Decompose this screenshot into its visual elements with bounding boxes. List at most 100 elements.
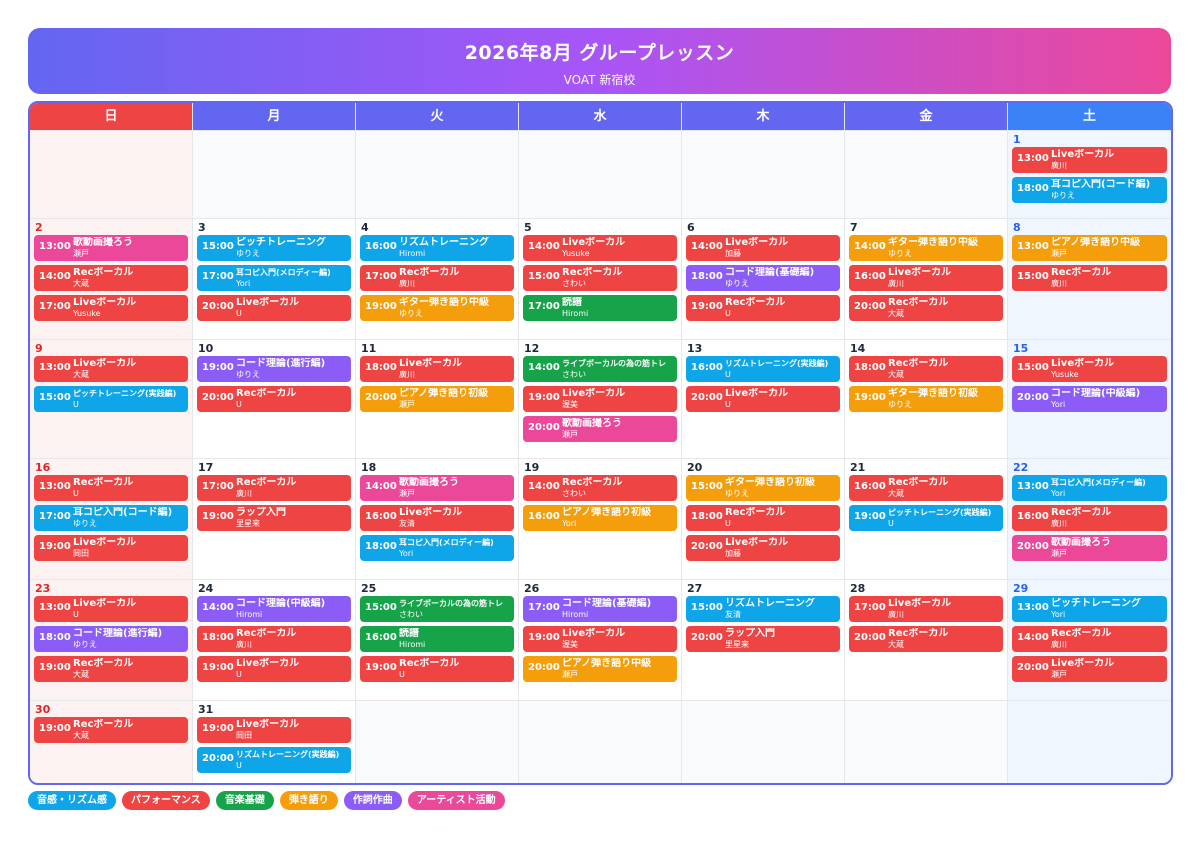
day-cell[interactable]: 9 13:00 Liveボーカル 大蔵 15:00 ピッチトレーニング(実践編) U: [30, 340, 193, 458]
lesson-event[interactable]: 20:00 Liveボーカル U: [686, 386, 840, 412]
lesson-event[interactable]: 18:00 Recボーカル U: [686, 505, 840, 531]
lesson-event[interactable]: 13:00 ピッチトレーニング Yori: [1012, 596, 1167, 622]
lesson-event[interactable]: 16:00 リズムトレーニング Hiromi: [360, 235, 514, 261]
day-cell[interactable]: 17 17:00 Recボーカル 廣川 19:00 ラップ入門 里星来: [193, 459, 356, 579]
lesson-event[interactable]: 14:00 ライブボーカルの為の筋トレ さわい: [523, 356, 677, 382]
lesson-event[interactable]: 15:00 Recボーカル 廣川: [1012, 265, 1167, 291]
day-cell[interactable]: 23 13:00 Liveボーカル U 18:00 コード理論(進行編) ゆりえ 19:00 R…: [30, 580, 193, 700]
lesson-event[interactable]: 19:00 Recボーカル U: [360, 656, 514, 682]
lesson-event[interactable]: 14:00 歌動画撮ろう 瀬戸: [360, 475, 514, 501]
day-cell[interactable]: 20 15:00 ギター弾き語り初級 ゆりえ 18:00 Recボーカル U 20:00 Liv…: [682, 459, 845, 579]
day-cell[interactable]: 27 15:00 リズムトレーニング 友清 20:00 ラップ入門 里星来: [682, 580, 845, 700]
lesson-event[interactable]: 19:00 ギター弾き語り初級 ゆりえ: [849, 386, 1003, 412]
lesson-event[interactable]: 20:00 Liveボーカル 瀬戸: [1012, 656, 1167, 682]
day-cell[interactable]: 13 16:00 リズムトレーニング(実践編) U 20:00 Liveボーカル U: [682, 340, 845, 458]
day-cell[interactable]: 24 14:00 コード理論(中級編) Hiromi 18:00 Recボーカル 廣川 19:…: [193, 580, 356, 700]
lesson-event[interactable]: 20:00 歌動画撮ろう 瀬戸: [523, 416, 677, 442]
lesson-event[interactable]: 19:00 Liveボーカル 渥美: [523, 626, 677, 652]
lesson-event[interactable]: 13:00 Liveボーカル U: [34, 596, 188, 622]
day-cell[interactable]: 14 18:00 Recボーカル 大蔵 19:00 ギター弾き語り初級 ゆりえ: [845, 340, 1008, 458]
day-cell[interactable]: 8 13:00 ピアノ弾き語り中級 瀬戸 15:00 Recボーカル 廣川: [1008, 219, 1171, 339]
lesson-event[interactable]: 16:00 Recボーカル 廣川: [1012, 505, 1167, 531]
day-cell[interactable]: 15 15:00 Liveボーカル Yusuke 20:00 コード理論(中級編) Yori: [1008, 340, 1171, 458]
lesson-event[interactable]: 15:00 リズムトレーニング 友清: [686, 596, 840, 622]
lesson-event[interactable]: 14:00 ギター弾き語り中級 ゆりえ: [849, 235, 1003, 261]
day-cell[interactable]: 2 13:00 歌動画撮ろう 瀬戸 14:00 Recボーカル 大蔵 17:00 Liveボーカ…: [30, 219, 193, 339]
lesson-event[interactable]: 16:00 Liveボーカル 友清: [360, 505, 514, 531]
lesson-event[interactable]: 14:00 Liveボーカル Yusuke: [523, 235, 677, 261]
lesson-event[interactable]: 18:00 耳コピ入門(メロディー編) Yori: [360, 535, 514, 561]
lesson-event[interactable]: 20:00 Liveボーカル 加藤: [686, 535, 840, 561]
lesson-event[interactable]: 19:00 Liveボーカル U: [197, 656, 351, 682]
lesson-event[interactable]: 19:00 ラップ入門 里星来: [197, 505, 351, 531]
lesson-event[interactable]: 15:00 ライブボーカルの為の筋トレ さわい: [360, 596, 514, 622]
lesson-event[interactable]: 13:00 Liveボーカル 大蔵: [34, 356, 188, 382]
day-cell[interactable]: 4 16:00 リズムトレーニング Hiromi 17:00 Recボーカル 廣川 19:00…: [356, 219, 519, 339]
day-cell[interactable]: 29 13:00 ピッチトレーニング Yori 14:00 Recボーカル 廣川 20:00 L…: [1008, 580, 1171, 700]
lesson-event[interactable]: 19:00 Recボーカル 大蔵: [34, 656, 188, 682]
lesson-event[interactable]: 20:00 Recボーカル 大蔵: [849, 295, 1003, 321]
lesson-event[interactable]: 20:00 Liveボーカル U: [197, 295, 351, 321]
day-cell[interactable]: 16 13:00 Recボーカル U 17:00 耳コピ入門(コード編) ゆりえ 19:00 L…: [30, 459, 193, 579]
lesson-event[interactable]: 19:00 Liveボーカル 渥美: [523, 386, 677, 412]
day-cell[interactable]: 1 13:00 Liveボーカル 廣川 18:00 耳コピ入門(コード編) ゆりえ: [1008, 131, 1171, 218]
day-cell[interactable]: 31 19:00 Liveボーカル 岡田 20:00 リズムトレーニング(実践編) U: [193, 701, 356, 783]
lesson-event[interactable]: 19:00 Recボーカル 大蔵: [34, 717, 188, 743]
day-cell[interactable]: 26 17:00 コード理論(基礎編) Hiromi 19:00 Liveボーカル 渥美 20…: [519, 580, 682, 700]
lesson-event[interactable]: 15:00 ピッチトレーニング ゆりえ: [197, 235, 351, 261]
lesson-event[interactable]: 20:00 Recボーカル 大蔵: [849, 626, 1003, 652]
day-cell[interactable]: 12 14:00 ライブボーカルの為の筋トレ さわい 19:00 Liveボーカル 渥美 20…: [519, 340, 682, 458]
lesson-event[interactable]: 20:00 ピアノ弾き語り中級 瀬戸: [523, 656, 677, 682]
lesson-event[interactable]: 20:00 コード理論(中級編) Yori: [1012, 386, 1167, 412]
lesson-event[interactable]: 20:00 Recボーカル U: [197, 386, 351, 412]
lesson-event[interactable]: 17:00 Liveボーカル Yusuke: [34, 295, 188, 321]
lesson-event[interactable]: 14:00 コード理論(中級編) Hiromi: [197, 596, 351, 622]
lesson-event[interactable]: 13:00 ピアノ弾き語り中級 瀬戸: [1012, 235, 1167, 261]
lesson-event[interactable]: 16:00 Recボーカル 大蔵: [849, 475, 1003, 501]
lesson-event[interactable]: 16:00 ピアノ弾き語り初級 Yori: [523, 505, 677, 531]
lesson-event[interactable]: 14:00 Recボーカル 廣川: [1012, 626, 1167, 652]
day-cell[interactable]: 10 19:00 コード理論(進行編) ゆりえ 20:00 Recボーカル U: [193, 340, 356, 458]
lesson-event[interactable]: 17:00 耳コピ入門(コード編) ゆりえ: [34, 505, 188, 531]
day-cell[interactable]: 3 15:00 ピッチトレーニング ゆりえ 17:00 耳コピ入門(メロディー編) Yori…: [193, 219, 356, 339]
lesson-event[interactable]: 18:00 耳コピ入門(コード編) ゆりえ: [1012, 177, 1167, 203]
lesson-event[interactable]: 18:00 コード理論(進行編) ゆりえ: [34, 626, 188, 652]
lesson-event[interactable]: 15:00 ピッチトレーニング(実践編) U: [34, 386, 188, 412]
lesson-event[interactable]: 19:00 Recボーカル U: [686, 295, 840, 321]
lesson-event[interactable]: 14:00 Liveボーカル 加藤: [686, 235, 840, 261]
lesson-event[interactable]: 17:00 Recボーカル 廣川: [360, 265, 514, 291]
lesson-event[interactable]: 19:00 Liveボーカル 岡田: [197, 717, 351, 743]
lesson-event[interactable]: 20:00 ラップ入門 里星来: [686, 626, 840, 652]
lesson-event[interactable]: 14:00 Recボーカル 大蔵: [34, 265, 188, 291]
lesson-event[interactable]: 20:00 ピアノ弾き語り初級 瀬戸: [360, 386, 514, 412]
day-cell[interactable]: 21 16:00 Recボーカル 大蔵 19:00 ピッチトレーニング(実践編) U: [845, 459, 1008, 579]
day-cell[interactable]: 5 14:00 Liveボーカル Yusuke 15:00 Recボーカル さわい 17:00…: [519, 219, 682, 339]
day-cell[interactable]: 6 14:00 Liveボーカル 加藤 18:00 コード理論(基礎編) ゆりえ 19:00 R…: [682, 219, 845, 339]
lesson-event[interactable]: 19:00 ギター弾き語り中級 ゆりえ: [360, 295, 514, 321]
lesson-event[interactable]: 16:00 読譜 Hiromi: [360, 626, 514, 652]
lesson-event[interactable]: 18:00 Recボーカル 大蔵: [849, 356, 1003, 382]
lesson-event[interactable]: 16:00 リズムトレーニング(実践編) U: [686, 356, 840, 382]
day-cell[interactable]: 19 14:00 Recボーカル さわい 16:00 ピアノ弾き語り初級 Yori: [519, 459, 682, 579]
day-cell[interactable]: 25 15:00 ライブボーカルの為の筋トレ さわい 16:00 読譜 Hiromi 19:0…: [356, 580, 519, 700]
lesson-event[interactable]: 19:00 Liveボーカル 岡田: [34, 535, 188, 561]
lesson-event[interactable]: 14:00 Recボーカル さわい: [523, 475, 677, 501]
day-cell[interactable]: 7 14:00 ギター弾き語り中級 ゆりえ 16:00 Liveボーカル 廣川 20:00 Re…: [845, 219, 1008, 339]
lesson-event[interactable]: 17:00 Recボーカル 廣川: [197, 475, 351, 501]
day-cell[interactable]: 28 17:00 Liveボーカル 廣川 20:00 Recボーカル 大蔵: [845, 580, 1008, 700]
lesson-event[interactable]: 15:00 Liveボーカル Yusuke: [1012, 356, 1167, 382]
lesson-event[interactable]: 17:00 Liveボーカル 廣川: [849, 596, 1003, 622]
day-cell[interactable]: 22 13:00 耳コピ入門(メロディー編) Yori 16:00 Recボーカル 廣川 20…: [1008, 459, 1171, 579]
lesson-event[interactable]: 18:00 Liveボーカル 廣川: [360, 356, 514, 382]
lesson-event[interactable]: 18:00 コード理論(基礎編) ゆりえ: [686, 265, 840, 291]
lesson-event[interactable]: 13:00 耳コピ入門(メロディー編) Yori: [1012, 475, 1167, 501]
day-cell[interactable]: 11 18:00 Liveボーカル 廣川 20:00 ピアノ弾き語り初級 瀬戸: [356, 340, 519, 458]
lesson-event[interactable]: 15:00 Recボーカル さわい: [523, 265, 677, 291]
lesson-event[interactable]: 16:00 Liveボーカル 廣川: [849, 265, 1003, 291]
lesson-event[interactable]: 15:00 ギター弾き語り初級 ゆりえ: [686, 475, 840, 501]
day-cell[interactable]: 18 14:00 歌動画撮ろう 瀬戸 16:00 Liveボーカル 友清 18:00 耳コピ入門…: [356, 459, 519, 579]
lesson-event[interactable]: 17:00 コード理論(基礎編) Hiromi: [523, 596, 677, 622]
lesson-event[interactable]: 18:00 Recボーカル 廣川: [197, 626, 351, 652]
lesson-event[interactable]: 17:00 読譜 Hiromi: [523, 295, 677, 321]
lesson-event[interactable]: 19:00 コード理論(進行編) ゆりえ: [197, 356, 351, 382]
